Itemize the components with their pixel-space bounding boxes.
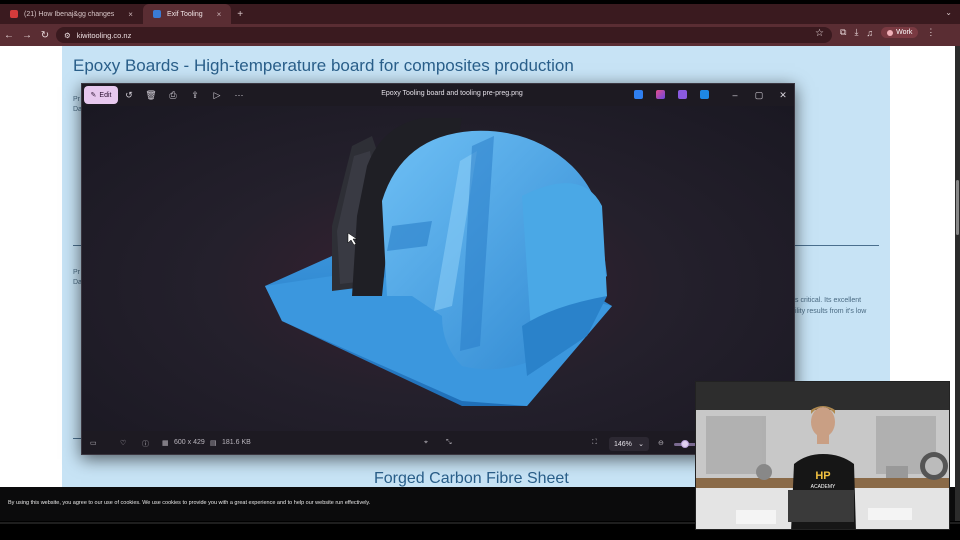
- profile-button[interactable]: Work: [881, 27, 919, 38]
- section-heading: Forged Carbon Fibre Sheet: [374, 470, 569, 487]
- webcam-video: HP ACADEMY: [696, 382, 949, 529]
- divider: [795, 245, 879, 246]
- zoom-dropdown[interactable]: 146% ⌄: [609, 437, 649, 451]
- new-tab-button[interactable]: +: [237, 9, 243, 20]
- photos-titlebar: ✎ Edit ↺ 🗑 ⎙ ⇪ ▷ ··· Epoxy Tooling board…: [82, 84, 794, 106]
- more-options-icon[interactable]: ···: [232, 88, 246, 102]
- expand-icon[interactable]: ⤡: [446, 439, 452, 447]
- browser-menu-icon[interactable]: ⋮: [926, 27, 935, 38]
- minimize-icon[interactable]: –: [728, 88, 742, 102]
- youtube-icon: [10, 10, 18, 18]
- webcam-overlay: HP ACADEMY: [695, 381, 950, 530]
- file-size: 181.6 KB: [222, 439, 251, 446]
- image-viewer[interactable]: [82, 106, 794, 431]
- zoom-out-icon[interactable]: ⊖: [658, 439, 664, 447]
- print-icon[interactable]: ⎙: [166, 88, 180, 102]
- profile-avatar: [887, 29, 894, 36]
- slideshow-icon[interactable]: ▷: [210, 88, 224, 102]
- filmstrip-icon[interactable]: ▭: [90, 439, 97, 447]
- product-description: ility results from it's low: [795, 308, 867, 315]
- info-icon[interactable]: ⓘ: [142, 439, 149, 449]
- image-dimensions: 600 x 429: [174, 439, 205, 446]
- focus-icon[interactable]: ⌖: [424, 439, 428, 447]
- tooling-photo: [265, 118, 612, 406]
- close-icon[interactable]: ✕: [776, 88, 790, 102]
- photo-filename: Epoxy Tooling board and tooling pre-preg…: [381, 90, 523, 97]
- edit-in-designer-icon[interactable]: [634, 90, 643, 99]
- rotate-icon[interactable]: ↺: [122, 88, 136, 102]
- onedrive-icon[interactable]: [700, 90, 709, 99]
- share-icon[interactable]: ⇪: [188, 88, 202, 102]
- photos-statusbar: ▭ ♡ ⓘ ▦ 600 x 429 ▤ 181.6 KB ⌖ ⤡ ⛶ 146% …: [82, 433, 794, 454]
- download-icon[interactable]: ⤓: [854, 27, 858, 38]
- url-bar[interactable]: ⚙ kiwitooling.co.nz ☆: [56, 27, 832, 43]
- tab-kiwitooling[interactable]: Exif Tooling ×: [142, 4, 232, 24]
- shirt-text: ACADEMY: [811, 484, 836, 490]
- tab-label: Exif Tooling: [166, 10, 203, 18]
- toolbar-icons: ⧉ ⤓ ♫ Work ⋮: [840, 27, 935, 38]
- address-bar-row: ← → ↻ ⚙ kiwitooling.co.nz ☆ ⧉ ⤓ ♫ Work ⋮: [0, 24, 960, 46]
- site-info-icon[interactable]: ⚙: [64, 31, 71, 40]
- edit-label: Edit: [99, 91, 112, 99]
- edit-pencil-icon: ✎: [90, 92, 97, 99]
- tab-search-icon[interactable]: ⌄: [945, 8, 952, 17]
- copilot-icon[interactable]: [656, 90, 665, 99]
- chevron-down-icon: ⌄: [638, 441, 644, 448]
- browser-tab-bar: (21) How Ibenaj&gg changes × Exif Toolin…: [0, 4, 960, 24]
- cookie-text: By using this website, you agree to our …: [8, 500, 371, 506]
- close-tab-icon[interactable]: ×: [217, 10, 222, 19]
- edit-button[interactable]: ✎ Edit: [84, 86, 118, 104]
- delete-icon[interactable]: 🗑: [144, 88, 158, 102]
- extensions-icon[interactable]: ⧉: [840, 27, 846, 38]
- fit-to-window-icon[interactable]: ⛶: [592, 439, 597, 447]
- media-control-icon[interactable]: ♫: [866, 28, 873, 38]
- url-text: kiwitooling.co.nz: [76, 30, 132, 40]
- photos-app-window: ✎ Edit ↺ 🗑 ⎙ ⇪ ▷ ··· Epoxy Tooling board…: [81, 83, 795, 455]
- forward-icon[interactable]: →: [18, 30, 36, 41]
- profile-label: Work: [896, 29, 913, 36]
- shirt-logo: HP: [815, 470, 830, 482]
- maximize-icon[interactable]: ▢: [752, 88, 766, 102]
- dimensions-icon: ▦: [162, 440, 169, 447]
- product-snippet: Pr: [73, 96, 80, 103]
- product-description: s critical. Its excellent: [795, 297, 862, 304]
- reload-icon[interactable]: ↻: [36, 30, 54, 41]
- zoom-slider-thumb[interactable]: [681, 440, 689, 448]
- favorite-icon[interactable]: ♡: [120, 439, 126, 447]
- close-tab-icon[interactable]: ×: [128, 10, 133, 19]
- clipchamp-icon[interactable]: [678, 90, 687, 99]
- product-snippet: Pr: [73, 269, 80, 276]
- site-favicon-icon: [152, 10, 161, 18]
- page-title: Epoxy Boards - High-temperature board fo…: [73, 56, 574, 75]
- back-icon[interactable]: ←: [0, 30, 18, 41]
- tab-label: (21) How Ibenaj&gg changes: [24, 10, 115, 18]
- file-size-icon: ▤: [210, 440, 217, 447]
- tab-youtube[interactable]: (21) How Ibenaj&gg changes ×: [0, 4, 143, 24]
- bookmark-star-icon[interactable]: ☆: [815, 28, 824, 39]
- scrollbar-thumb[interactable]: [956, 180, 959, 235]
- page-scrollbar[interactable]: [955, 46, 960, 540]
- zoom-value: 146%: [614, 440, 632, 448]
